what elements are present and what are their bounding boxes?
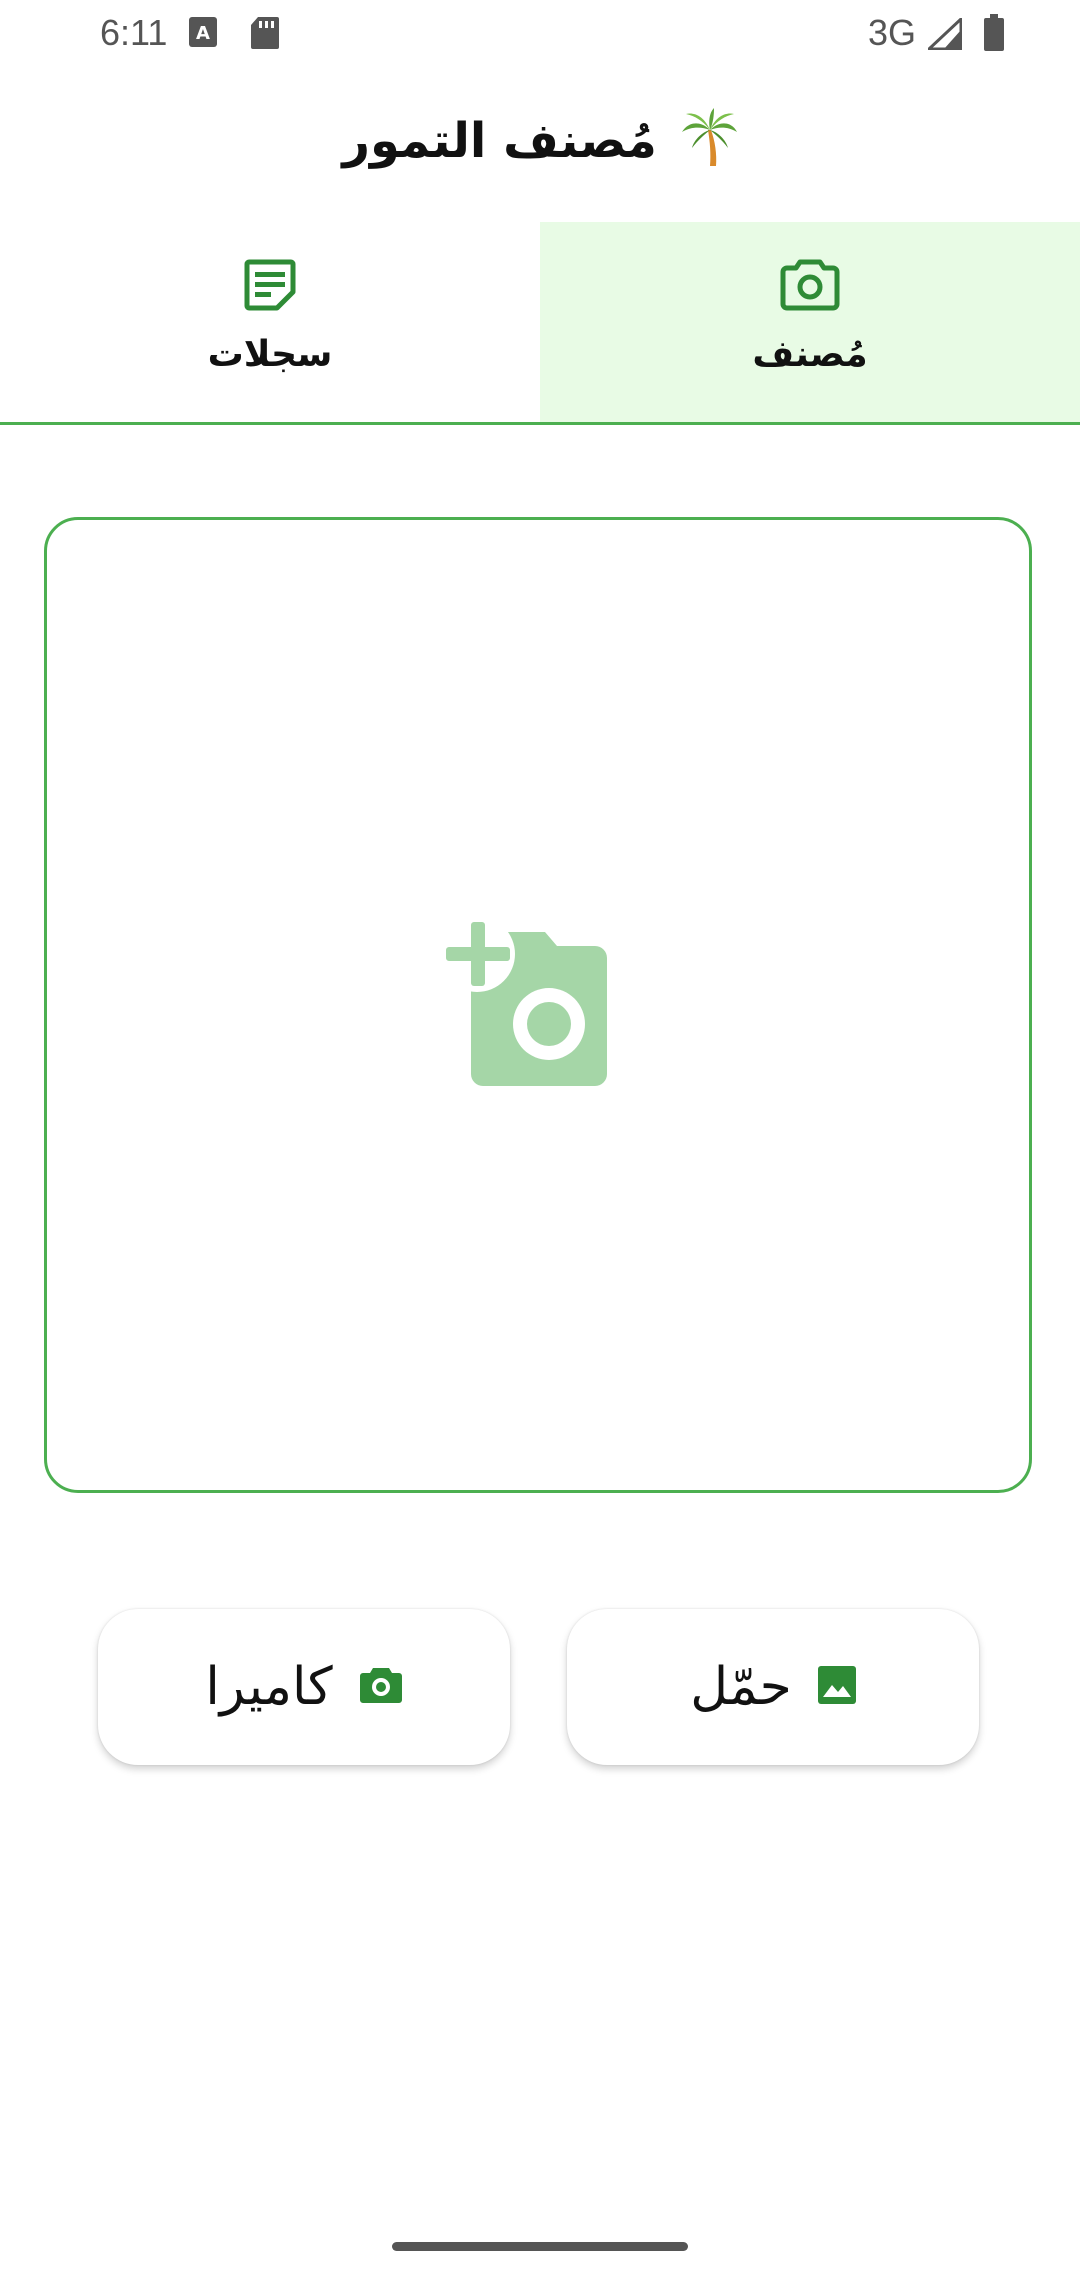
tab-bar: مُصنف سجلات [0, 222, 1080, 424]
camera-icon [780, 258, 840, 316]
status-bar: 6:11 A 3G [0, 0, 1080, 70]
image-icon [817, 1666, 856, 1708]
upload-button[interactable]: حمّل [567, 1609, 979, 1765]
keyboard-a-icon: A [188, 16, 218, 52]
image-preview-area[interactable] [44, 517, 1032, 1493]
app-header: مُصنف التمور [0, 108, 1080, 180]
camera-button-label: كاميرا [205, 1657, 333, 1717]
battery-icon [983, 14, 1005, 56]
signal-icon [925, 15, 963, 54]
camera-button[interactable]: كاميرا [98, 1609, 510, 1765]
tab-classifier[interactable]: مُصنف [540, 222, 1080, 422]
network-type: 3G [867, 12, 916, 53]
notes-icon [243, 258, 297, 316]
tab-indicator-line [0, 422, 1080, 425]
svg-text:A: A [196, 23, 210, 44]
palm-tree-icon [680, 108, 738, 180]
tab-classifier-label: مُصنف [752, 334, 868, 375]
add-a-photo-icon [439, 916, 635, 1100]
camera-icon [359, 1666, 403, 1708]
page-title: مُصنف التمور [342, 113, 657, 169]
tab-records-label: سجلات [207, 334, 333, 375]
tab-records[interactable]: سجلات [0, 222, 540, 422]
sd-card-icon [250, 16, 280, 54]
status-time: 6:11 [100, 12, 168, 53]
home-indicator[interactable] [392, 2242, 688, 2251]
upload-button-label: حمّل [690, 1657, 792, 1717]
